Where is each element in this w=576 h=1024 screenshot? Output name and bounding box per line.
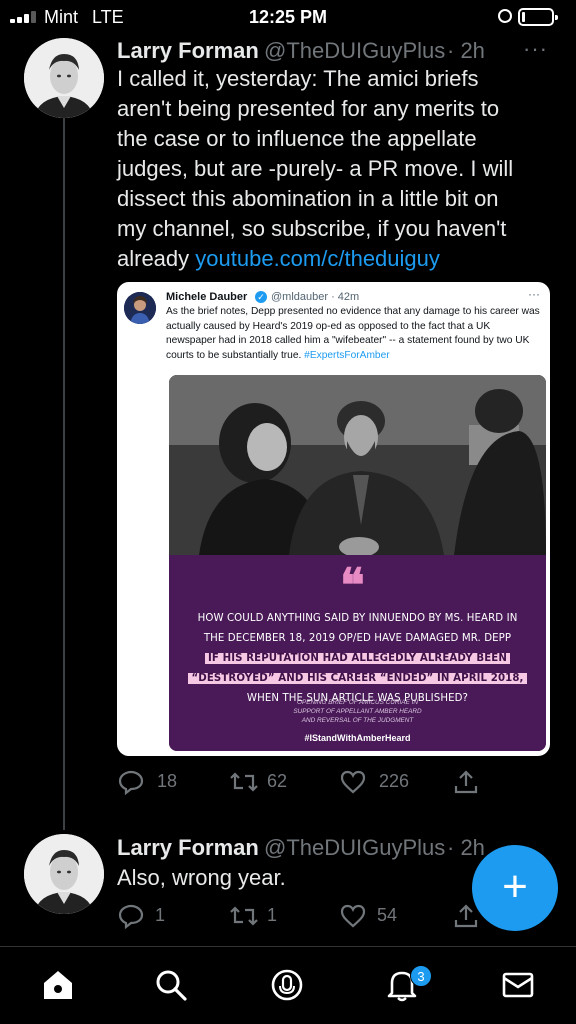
avatar-image: [24, 834, 104, 914]
avatar[interactable]: [24, 38, 104, 118]
quoted-handle[interactable]: @mldauber · 42m: [271, 291, 359, 303]
pullquote-highlight: IF HIS REPUTATION HAD ALLEGEDLY ALREADY …: [169, 651, 546, 667]
battery-icon: [518, 8, 558, 26]
pullquote-highlight-text: IF HIS REPUTATION HAD ALLEGEDLY ALREADY …: [205, 653, 510, 664]
retweet-icon: [230, 772, 258, 792]
reply-icon: [118, 770, 144, 796]
display-name[interactable]: Larry Forman: [117, 38, 259, 64]
reply-icon: [118, 904, 144, 930]
status-time: 12:25 PM: [248, 7, 328, 27]
bottom-nav: 3: [0, 946, 576, 1024]
compose-button[interactable]: +: [472, 845, 558, 931]
tweet-time: · 2h: [447, 38, 485, 63]
microphone-icon[interactable]: [269, 967, 305, 1003]
tweet-actions: 1 1 54: [117, 902, 478, 932]
search-icon[interactable]: [153, 967, 189, 1003]
user-handle[interactable]: @TheDUIGuyPlus: [264, 38, 445, 64]
source-line: SUPPORT OF APPELLANT AMBER HEARD: [293, 708, 422, 715]
retweet-count: 62: [267, 771, 288, 791]
pullquote-highlight: “DESTROYED” AND HIS CAREER “ENDED” IN AP…: [169, 671, 546, 687]
like-count: 226: [379, 771, 410, 791]
avatar-image: [24, 38, 104, 118]
plus-icon: +: [502, 862, 528, 911]
tweet-text: Also, wrong year.: [117, 865, 286, 890]
tweet-actions: 18 62 226: [117, 768, 478, 798]
mail-icon[interactable]: [500, 967, 536, 1003]
reply-count: 18: [157, 771, 178, 791]
quoted-more-icon[interactable]: ···: [528, 287, 540, 301]
source-line: AND REVERSAL OF THE JUDGMENT: [301, 717, 414, 724]
quoted-text: As the brief notes, Depp presented no ev…: [166, 305, 542, 363]
thread-connector: [63, 110, 65, 830]
retweet-count: 1: [267, 905, 278, 925]
quoted-tweet[interactable]: Michele Dauber ✓ @mldauber · 42m ··· As …: [117, 282, 550, 756]
user-handle[interactable]: @TheDUIGuyPlus: [264, 835, 445, 861]
heart-icon: [340, 770, 366, 794]
quote-mark-icon: ❝: [340, 558, 365, 612]
alarm-icon: [498, 9, 512, 23]
pullquote-highlight-text: “DESTROYED” AND HIS CAREER “ENDED” IN AP…: [188, 673, 527, 684]
heart-icon: [340, 904, 366, 928]
tweet-text-body: I called it, yesterday: The amici briefs…: [117, 66, 514, 271]
like-count: 54: [377, 905, 398, 925]
status-bar: Mint LTE 12:25 PM: [0, 0, 576, 34]
more-options-icon[interactable]: ···: [523, 36, 548, 62]
tweet-text: I called it, yesterday: The amici briefs…: [117, 64, 517, 274]
display-name[interactable]: Larry Forman: [117, 835, 259, 861]
verified-badge-icon: ✓: [255, 291, 267, 303]
source-line: OPENING BRIEF OF AMICUS CURIAE IN: [297, 699, 418, 706]
image-hashtag: #IStandWithAmberHeard: [304, 733, 411, 743]
retweet-icon: [230, 906, 258, 926]
notifications-badge: 3: [410, 965, 432, 987]
quoted-display-name[interactable]: Michele Dauber: [166, 291, 247, 303]
pullquote-line: THE DECEMBER 18, 2019 OP/ED HAVE DAMAGED…: [203, 633, 512, 644]
quote-panel: ❝ HOW COULD ANYTHING SAID BY INNUENDO BY…: [169, 555, 546, 751]
reply-count: 1: [155, 905, 166, 925]
share-icon: [454, 770, 478, 794]
quoted-image[interactable]: ❝ HOW COULD ANYTHING SAID BY INNUENDO BY…: [169, 375, 546, 751]
quoted-avatar[interactable]: [124, 292, 156, 324]
courtroom-photo: [169, 375, 546, 555]
pullquote-line: HOW COULD ANYTHING SAID BY INNUENDO BY M…: [197, 613, 518, 624]
home-icon[interactable]: [40, 967, 76, 1003]
avatar[interactable]: [24, 834, 104, 914]
tweet-link[interactable]: youtube.com/c/theduiguy: [195, 246, 440, 271]
quoted-hashtag[interactable]: #ExpertsForAmber: [304, 350, 390, 361]
